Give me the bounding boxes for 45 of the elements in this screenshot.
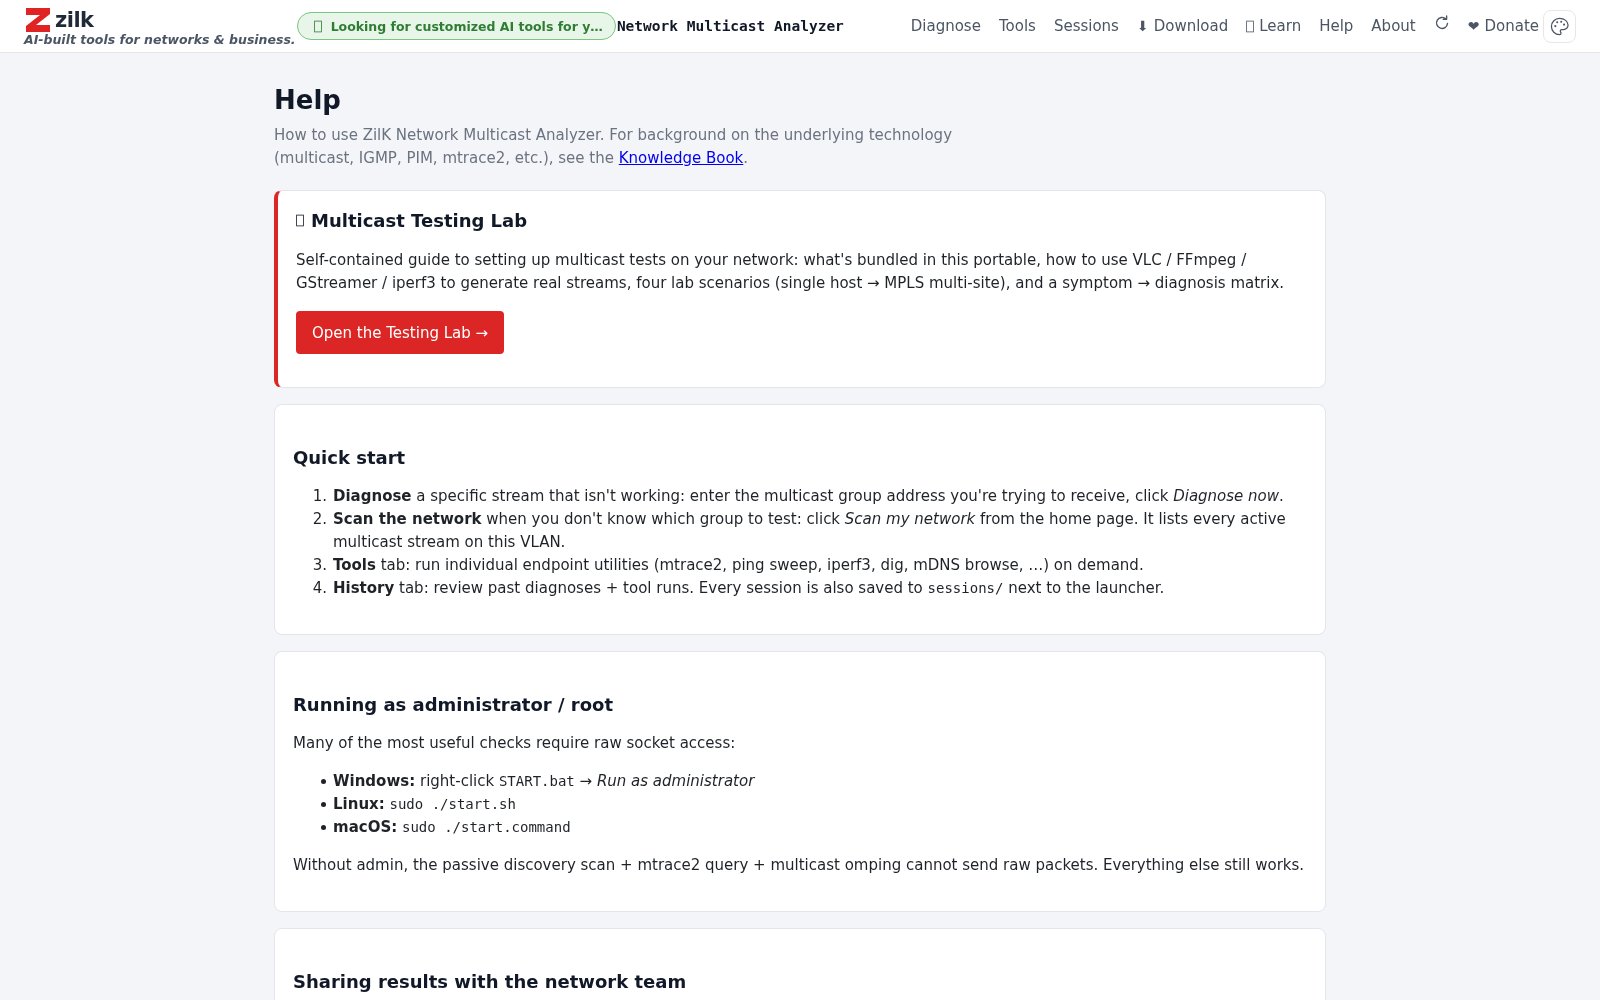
logo-tagline: AI-built tools for networks & business. <box>24 33 296 47</box>
nav-link[interactable]: About <box>1371 17 1416 35</box>
list-number: 1. <box>311 486 328 507</box>
nav-link[interactable]: ⬇ Download <box>1136 17 1229 35</box>
inline-link[interactable]: Knowledge Book <box>618 149 744 167</box>
list-number: 3. <box>311 555 328 576</box>
section-title: Running as administrator / root <box>293 693 615 716</box>
nav-link[interactable]: Diagnose <box>910 17 981 35</box>
promo-pill[interactable]: Looking for customized AI tools for y… <box>296 12 616 40</box>
nav-link[interactable]: ❤ Donate <box>1467 17 1539 35</box>
open-lab-button[interactable]: Open the Testing Lab → <box>296 311 505 354</box>
list-number: 2. <box>311 509 328 530</box>
missing-glyph-icon <box>1246 19 1255 33</box>
logo-wordmark: zilk <box>55 6 94 33</box>
list-item-text: macOS: sudo ./start.command <box>333 817 571 838</box>
bullet-icon <box>321 779 326 784</box>
list-item-text: Diagnose a specific stream that isn't working: enter the multicast group address you're trying to receive, click Diagnose now. <box>333 486 1284 507</box>
list-item-text: History tab: review past diagnoses + tool runs. Every session is also saved to sessions/ next to the launcher. <box>333 578 1165 599</box>
missing-glyph-icon <box>296 214 304 227</box>
missing-glyph-icon <box>313 19 322 33</box>
theme-button[interactable] <box>1543 9 1576 43</box>
section-title: Quick start <box>293 446 407 469</box>
palette-icon <box>1550 16 1569 36</box>
nav-link[interactable]: Learn <box>1246 17 1302 35</box>
app-title: Network Multicast Analyzer <box>616 18 844 34</box>
nav-link[interactable]: Sessions <box>1053 17 1119 35</box>
intro-text: How to use ZilK Network Multicast Analyzer. For background on the underlying technology (multicast, IGMP, PIM, mtrace2, etc.), see the Knowledge Book. <box>274 125 953 169</box>
nav-link[interactable]: Tools <box>998 17 1036 35</box>
list-item-text: Linux: sudo ./start.sh <box>333 794 516 815</box>
paragraph-text: Many of the most useful checks require raw socket access: <box>293 733 737 754</box>
list-item-text: Windows: right-click START.bat → Run as administrator <box>333 771 755 792</box>
card-text: Self-contained guide to setting up multicast tests on your network: what's bundled in this portable, how to use VLC / FFmpeg / GStreamer / iperf3 to generate real streams, four lab scenarios (single host → MPLS multi-site), and a symptom → diagnosis matrix. <box>296 250 1286 294</box>
refresh-button[interactable] <box>1433 15 1450 31</box>
page-title: Help <box>274 84 342 116</box>
section-title: Sharing results with the network team <box>293 970 688 993</box>
list-item-text: Tools tab: run individual endpoint utilities (mtrace2, ping sweep, iperf3, dig, mDNS browse, …) on demand. <box>333 555 1144 576</box>
paragraph-text: Without admin, the passive discovery scan + mtrace2 query + multicast omping cannot send raw packets. Everything else still works. <box>293 855 1306 876</box>
card-title: Multicast Testing Lab <box>311 209 528 232</box>
list-item-text: Scan the network when you don't know which group to test: click Scan my network from the home page. It lists every active multicast stream on this VLAN. <box>333 509 1287 553</box>
list-number: 4. <box>311 578 328 599</box>
bullet-icon <box>321 825 326 830</box>
bullet-icon <box>321 802 326 807</box>
refresh-icon <box>1433 15 1450 31</box>
nav-link[interactable]: Help <box>1319 17 1354 35</box>
logo-icon <box>24 6 52 33</box>
